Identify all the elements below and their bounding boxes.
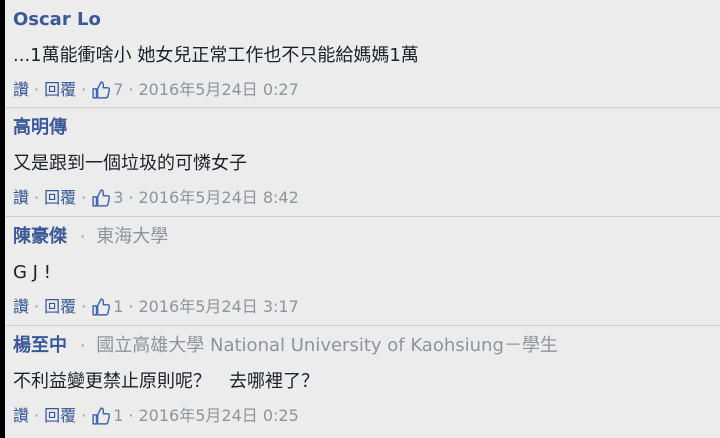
reply-link[interactable]: 回覆 [44, 295, 76, 319]
comment-item: 楊至中 · 國立高雄大學 National University of Kaoh… [5, 325, 720, 432]
like-count: 7 [113, 80, 124, 99]
comment-header: 楊至中 · 國立高雄大學 National University of Kaoh… [13, 334, 558, 358]
comment-actions: 讚 · 回覆 · 1 · 2016年5月24日 3:17 [13, 295, 299, 319]
comment-timestamp[interactable]: 2016年5月24日 8:42 [139, 186, 299, 210]
author-name-link[interactable]: 楊至中 [13, 335, 67, 356]
separator: · [128, 188, 134, 207]
thumbs-up-icon[interactable] [91, 406, 111, 426]
reply-link[interactable]: 回覆 [44, 78, 76, 102]
separator: · [81, 188, 87, 207]
comment-header: 陳豪傑 · 東海大學 [13, 225, 168, 249]
thumbs-up-icon[interactable] [91, 188, 111, 208]
thumbs-up-icon[interactable] [91, 297, 111, 317]
comment-body: 不利益變更禁止原則呢？ 去哪裡了？ [13, 371, 319, 392]
like-count: 3 [113, 188, 124, 207]
comment-header: 高明傳 [13, 116, 67, 140]
comment-item: 陳豪傑 · 東海大學 G J ! 讚 · 回覆 · 1 · 2016年5月24日… [5, 216, 720, 323]
comment-actions: 讚 · 回覆 · 3 · 2016年5月24日 8:42 [13, 186, 299, 210]
author-affiliation: 東海大學 [96, 226, 169, 247]
author-name-link[interactable]: Oscar Lo [13, 9, 101, 30]
author-name-link[interactable]: 高明傳 [13, 117, 67, 138]
separator: · [80, 336, 86, 355]
separator: · [128, 80, 134, 99]
separator: · [34, 80, 40, 99]
reply-link[interactable]: 回覆 [44, 404, 76, 428]
comment-item: Oscar Lo ...1萬能衝啥小 她女兒正常工作也不只能給媽媽1萬 讚 · … [5, 0, 720, 107]
comment-body: ...1萬能衝啥小 她女兒正常工作也不只能給媽媽1萬 [13, 45, 419, 66]
separator: · [81, 80, 87, 99]
like-link[interactable]: 讚 [13, 404, 29, 428]
comment-actions: 讚 · 回覆 · 7 · 2016年5月24日 0:27 [13, 78, 299, 102]
reply-link[interactable]: 回覆 [44, 186, 76, 210]
comment-actions: 讚 · 回覆 · 1 · 2016年5月24日 0:25 [13, 404, 299, 428]
comment-timestamp[interactable]: 2016年5月24日 0:27 [139, 78, 299, 102]
like-link[interactable]: 讚 [13, 295, 29, 319]
comment-timestamp[interactable]: 2016年5月24日 3:17 [139, 295, 299, 319]
like-link[interactable]: 讚 [13, 186, 29, 210]
comment-body: 又是跟到一個垃圾的可憐女子 [13, 153, 247, 174]
comment-header: Oscar Lo [13, 8, 101, 32]
author-name-link[interactable]: 陳豪傑 [13, 226, 67, 247]
comment-timestamp[interactable]: 2016年5月24日 0:25 [139, 404, 299, 428]
author-affiliation: 國立高雄大學 National University of Kaohsiung－… [96, 335, 558, 356]
like-count: 1 [113, 406, 124, 425]
comment-item: 高明傳 又是跟到一個垃圾的可憐女子 讚 · 回覆 · 3 · 2016年5月24… [5, 107, 720, 214]
separator: · [81, 297, 87, 316]
thumbs-up-icon[interactable] [91, 80, 111, 100]
separator: · [128, 406, 134, 425]
separator: · [81, 406, 87, 425]
separator: · [128, 297, 134, 316]
like-link[interactable]: 讚 [13, 78, 29, 102]
like-count: 1 [113, 297, 124, 316]
comment-list: Oscar Lo ...1萬能衝啥小 她女兒正常工作也不只能給媽媽1萬 讚 · … [5, 0, 720, 438]
separator: · [80, 227, 86, 246]
separator: · [34, 297, 40, 316]
separator: · [34, 406, 40, 425]
separator: · [34, 188, 40, 207]
comment-body: G J ! [13, 262, 51, 283]
